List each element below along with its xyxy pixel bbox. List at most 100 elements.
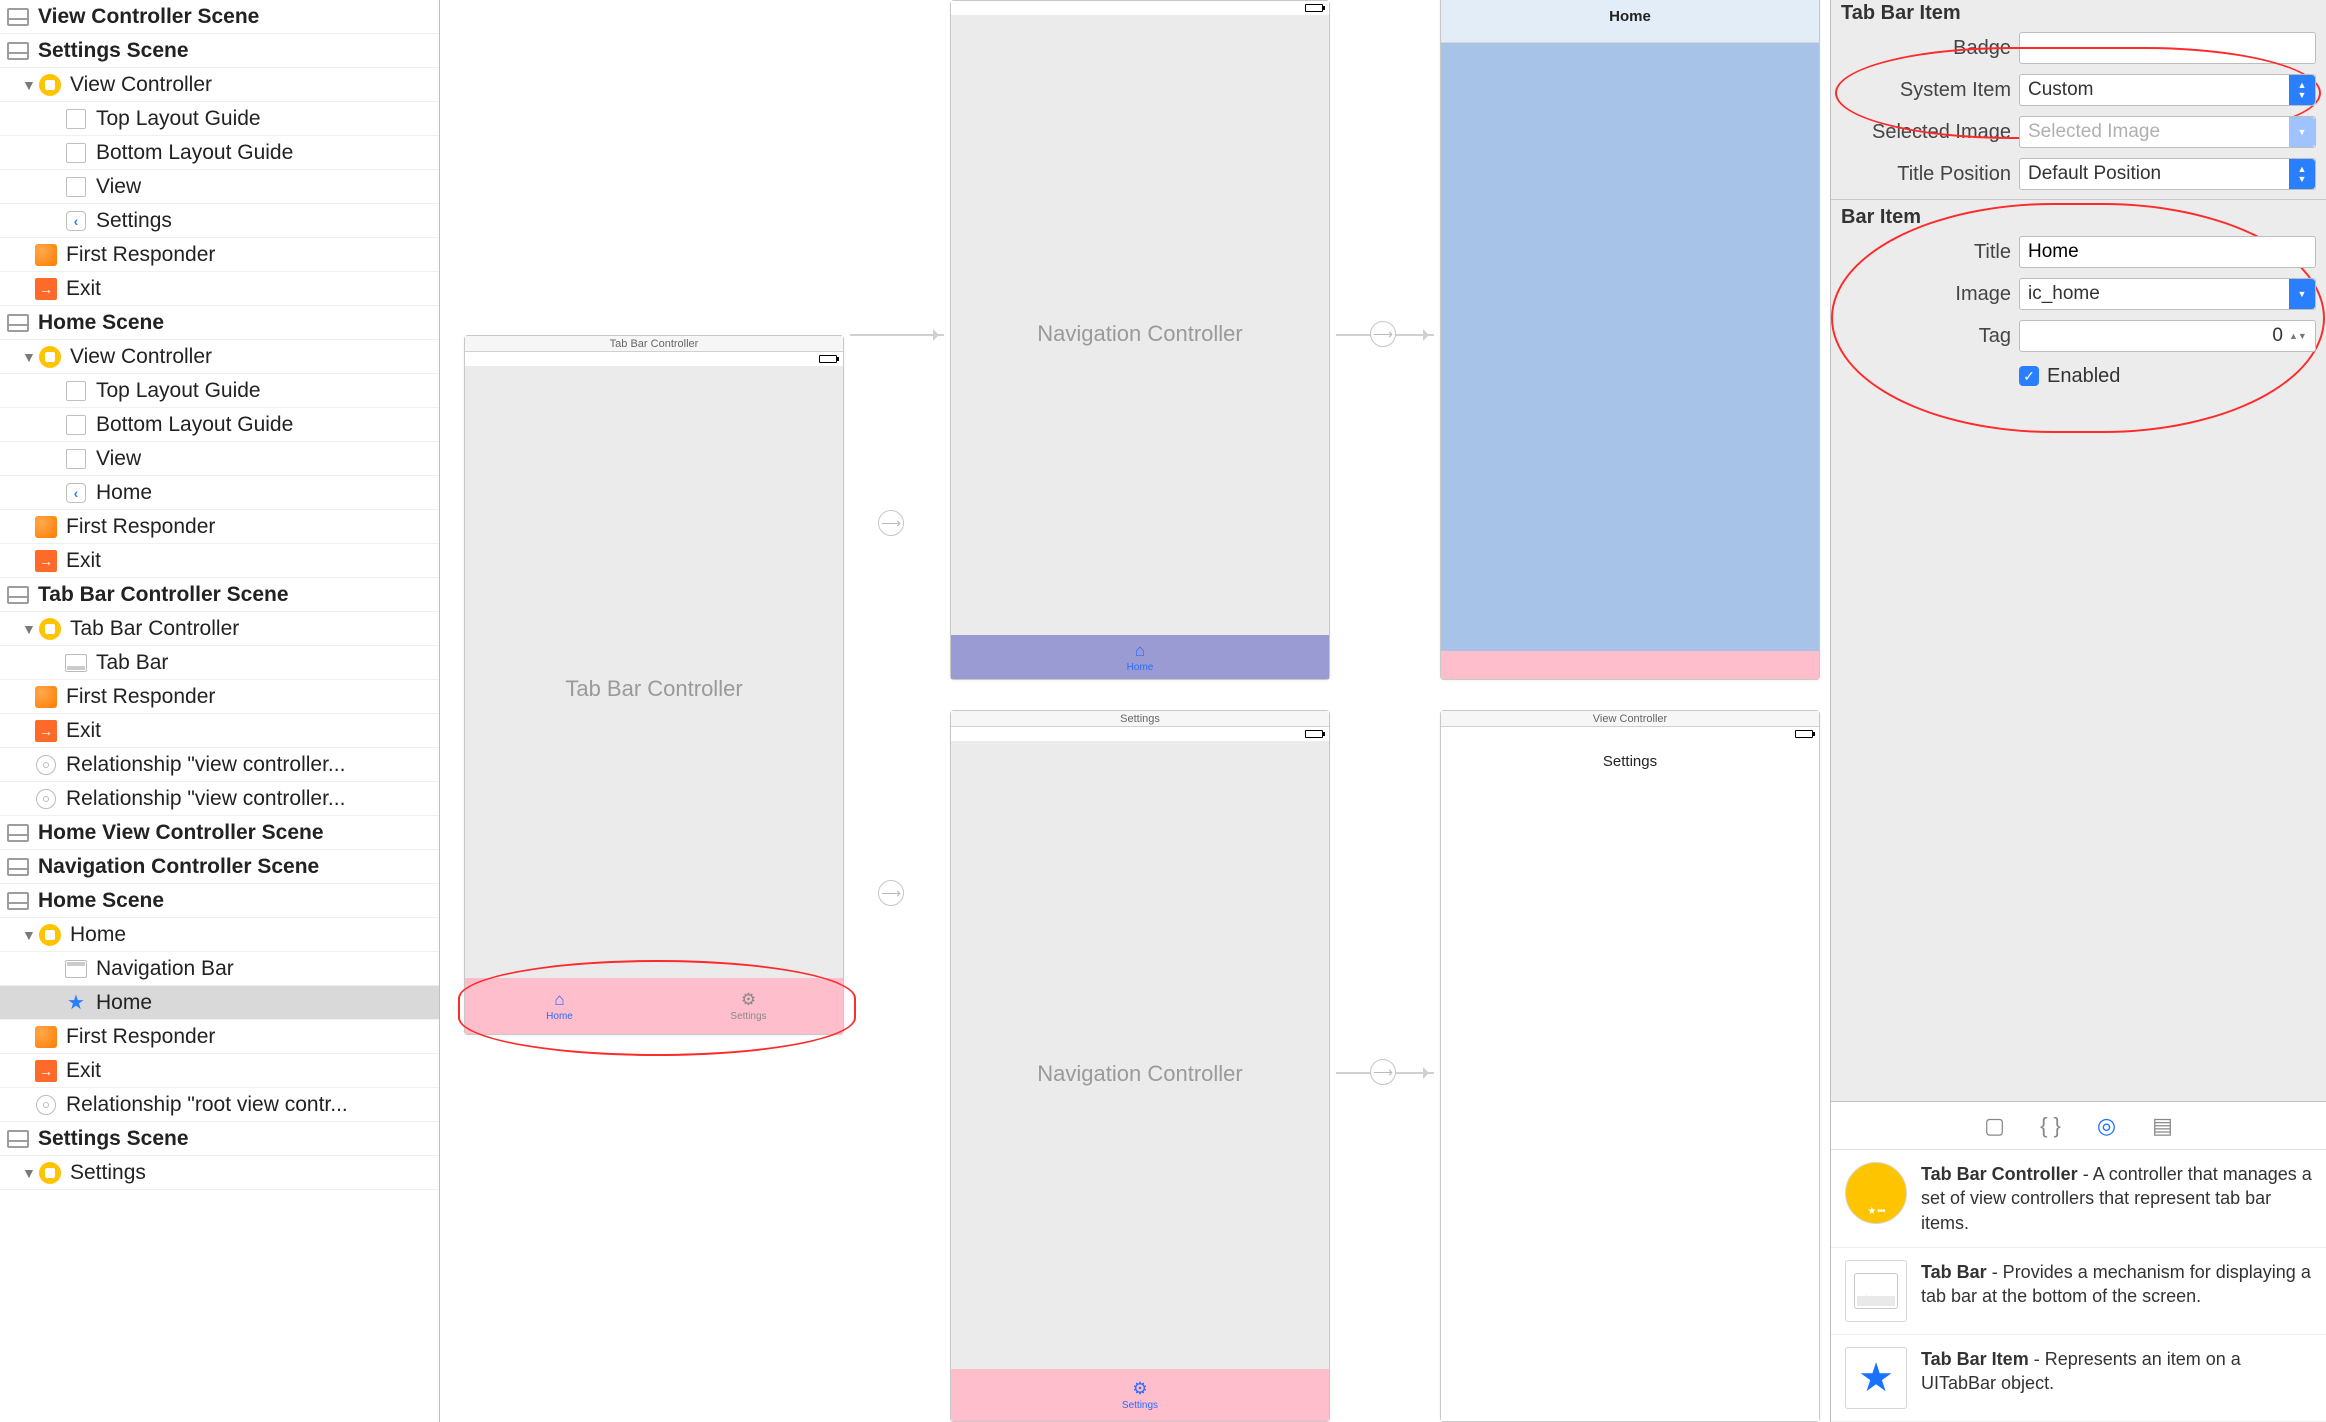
scene-title: View Controller Scene — [38, 5, 259, 29]
scene-tabbarcontroller[interactable]: Tab Bar Controller Tab Bar Controller ⌂H… — [464, 335, 844, 1035]
badge-input[interactable] — [2019, 32, 2316, 64]
segue-badge-icon[interactable]: ⟶ — [1370, 321, 1396, 347]
outline-label: Relationship "root view contr... — [66, 1093, 348, 1117]
tag-stepper[interactable]: 0▲▼ — [2019, 320, 2316, 352]
outline-item[interactable]: View — [0, 170, 439, 204]
scene-header[interactable]: Tab Bar Controller Scene — [0, 578, 439, 612]
scene-header[interactable]: View Controller Scene — [0, 0, 439, 34]
image-select[interactable]: ic_home▼ — [2019, 278, 2316, 310]
inspector-section-title: Tab Bar Item — [1831, 0, 2326, 27]
segue-badge-icon[interactable]: ⟶ — [878, 510, 904, 536]
checkbox-icon[interactable]: ✓ — [2019, 366, 2039, 386]
disclosure-icon[interactable]: ▼ — [22, 1165, 36, 1181]
outline-item[interactable]: Navigation Bar — [0, 952, 439, 986]
library-thumb-icon: ★ — [1845, 1347, 1907, 1409]
scene-settings-vc[interactable]: View Controller Settings — [1440, 710, 1820, 1422]
outline-item[interactable]: ▼Tab Bar Controller — [0, 612, 439, 646]
tab-settings[interactable]: ⚙Settings — [654, 978, 843, 1034]
outline-item[interactable]: Exit — [0, 1054, 439, 1088]
library-tab-file-icon[interactable]: ▢ — [1981, 1112, 2009, 1140]
battery-icon — [1305, 4, 1323, 12]
tab-home[interactable]: ⌂Home — [951, 635, 1329, 679]
segue-badge-icon[interactable]: ⟶ — [1370, 1059, 1396, 1085]
outline-item[interactable]: Tab Bar — [0, 646, 439, 680]
storyboard-canvas[interactable]: Tab Bar Controller Tab Bar Controller ⌂H… — [440, 0, 1830, 1422]
status-bar — [465, 352, 843, 366]
outline-item[interactable]: View — [0, 442, 439, 476]
selected-image-select[interactable]: Selected Image▼ — [2019, 116, 2316, 148]
outline-item[interactable]: Relationship "view controller... — [0, 748, 439, 782]
scene-navcontroller-settings[interactable]: Settings Navigation Controller ⚙Settings — [950, 710, 1330, 1422]
outline-item[interactable]: Top Layout Guide — [0, 102, 439, 136]
scene-header[interactable]: Home Scene — [0, 306, 439, 340]
outline-item[interactable]: First Responder — [0, 238, 439, 272]
stepper-arrows-icon[interactable]: ▲▼ — [2289, 331, 2307, 341]
outline-item[interactable]: Bottom Layout Guide — [0, 408, 439, 442]
outline-item[interactable]: ▼Settings — [0, 1156, 439, 1190]
field-enabled[interactable]: ✓ Enabled — [1831, 357, 2326, 395]
outline-item[interactable]: Exit — [0, 544, 439, 578]
disclosure-icon[interactable]: ▼ — [22, 927, 36, 943]
chevron-icon: ▼ — [2289, 117, 2315, 147]
disclosure-icon[interactable]: ▼ — [22, 621, 36, 637]
scene-navcontroller-home[interactable]: Navigation Controller ⌂Home — [950, 0, 1330, 680]
scene-placeholder-label: Navigation Controller — [951, 321, 1329, 347]
segue-badge-icon[interactable]: ⟶ — [878, 880, 904, 906]
library-item[interactable]: Tab Bar Controller - A controller that m… — [1831, 1150, 2326, 1248]
library-tab-media-icon[interactable]: ▤ — [2149, 1112, 2177, 1140]
outline-item[interactable]: ▼View Controller — [0, 340, 439, 374]
scene-placeholder-label: Tab Bar Controller — [465, 676, 843, 702]
library-tab-code-icon[interactable]: { } — [2037, 1112, 2065, 1140]
outline-item[interactable]: First Responder — [0, 1020, 439, 1054]
outline-item-selected[interactable]: ★Home — [0, 986, 439, 1020]
disclosure-icon[interactable]: ▼ — [22, 349, 36, 365]
outline-item[interactable]: ‹Home — [0, 476, 439, 510]
scene-title: Tab Bar Controller Scene — [38, 583, 289, 607]
field-label: Selected Image — [1841, 121, 2011, 144]
outline-item[interactable]: Bottom Layout Guide — [0, 136, 439, 170]
tab-home[interactable]: ⌂Home — [465, 978, 654, 1034]
scene-icon — [7, 314, 29, 332]
outline-item[interactable]: Relationship "root view contr... — [0, 1088, 439, 1122]
outline-item[interactable]: ▼View Controller — [0, 68, 439, 102]
layout-guide-icon — [66, 381, 86, 401]
outline-item[interactable]: Exit — [0, 714, 439, 748]
tab-bar[interactable]: ⚙Settings — [951, 1369, 1329, 1421]
disclosure-icon[interactable]: ▼ — [22, 77, 36, 93]
scene-header[interactable]: Home Scene — [0, 884, 439, 918]
title-input[interactable] — [2019, 236, 2316, 268]
library-item[interactable]: ★••• Tab Bar - Provides a mechanism for … — [1831, 1248, 2326, 1335]
tab-label: Settings — [730, 1011, 766, 1022]
library-tab-objects-icon[interactable]: ◎ — [2093, 1112, 2121, 1140]
stepper-value: 0 — [2028, 325, 2289, 347]
field-label: Tag — [1841, 325, 2011, 348]
outline-item[interactable]: Relationship "view controller... — [0, 782, 439, 816]
library-item[interactable]: ★ Tab Bar Item - Represents an item on a… — [1831, 1335, 2326, 1422]
document-outline[interactable]: View Controller Scene Settings Scene ▼Vi… — [0, 0, 440, 1422]
library-thumb-icon — [1845, 1162, 1907, 1224]
outline-item[interactable]: First Responder — [0, 680, 439, 714]
scene-header[interactable]: Home View Controller Scene — [0, 816, 439, 850]
scene-header[interactable]: Settings Scene — [0, 1122, 439, 1156]
scene-icon — [7, 586, 29, 604]
outline-label: Tab Bar — [96, 651, 168, 675]
scene-home-vc[interactable]: Home — [1440, 0, 1820, 680]
tab-bar[interactable]: ⌂Home ⚙Settings — [465, 978, 843, 1034]
system-item-select[interactable]: Custom▲▼ — [2019, 74, 2316, 106]
layout-guide-icon — [66, 143, 86, 163]
outline-item[interactable]: ‹Settings — [0, 204, 439, 238]
battery-icon — [1795, 730, 1813, 738]
exit-icon — [35, 720, 57, 742]
outline-item[interactable]: Exit — [0, 272, 439, 306]
outline-item[interactable]: Top Layout Guide — [0, 374, 439, 408]
scene-header[interactable]: Navigation Controller Scene — [0, 850, 439, 884]
outline-item[interactable]: ▼Home — [0, 918, 439, 952]
scene-header[interactable]: Settings Scene — [0, 34, 439, 68]
title-position-select[interactable]: Default Position▲▼ — [2019, 158, 2316, 190]
field-label: Title — [1841, 241, 2011, 264]
tab-bar[interactable]: ⌂Home — [951, 635, 1329, 679]
outline-label: Home — [96, 991, 152, 1015]
outline-item[interactable]: First Responder — [0, 510, 439, 544]
tab-settings[interactable]: ⚙Settings — [951, 1369, 1329, 1421]
tab-label: Home — [1127, 662, 1154, 673]
